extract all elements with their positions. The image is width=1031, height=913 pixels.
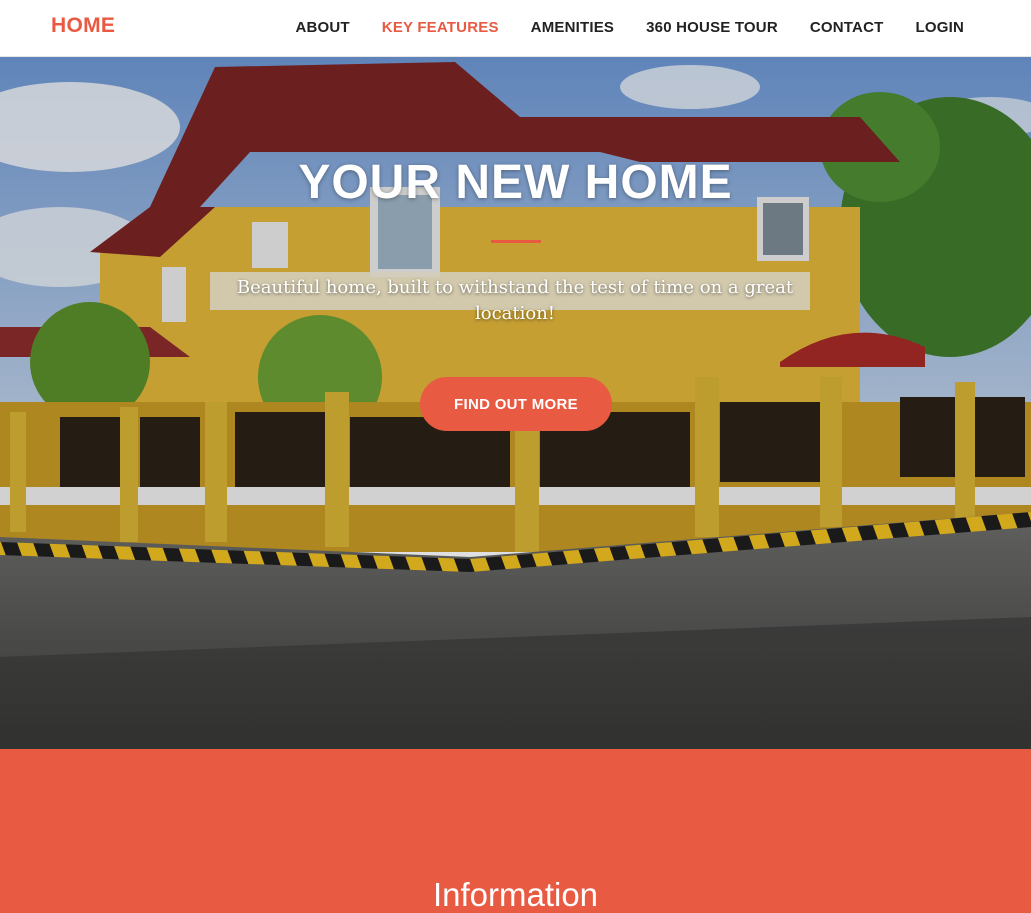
brand-link[interactable]: HOME [51,14,115,38]
nav-link-login[interactable]: LOGIN [916,19,965,36]
nav-link-360-house-tour[interactable]: 360 HOUSE TOUR [646,19,778,36]
nav-link-about[interactable]: ABOUT [295,19,349,36]
nav-link-contact[interactable]: CONTACT [810,19,884,36]
find-out-more-button[interactable]: FIND OUT MORE [420,377,612,431]
nav-link-amenities[interactable]: AMENITIES [531,19,614,36]
hero-title: YOUR NEW HOME [298,156,733,209]
nav-link-key-features[interactable]: KEY FEATURES [382,19,499,36]
nav-links: ABOUT KEY FEATURES AMENITIES 360 HOUSE T… [295,19,964,36]
hero-subtitle: Beautiful home, built to withstand the t… [236,277,794,324]
hero-divider [491,240,541,243]
navbar: HOME ABOUT KEY FEATURES AMENITIES 360 HO… [0,0,1031,57]
information-heading: Information [432,876,599,913]
hero-section: YOUR NEW HOME Beautiful home, built to w… [0,57,1031,749]
information-section: Information [0,749,1031,913]
